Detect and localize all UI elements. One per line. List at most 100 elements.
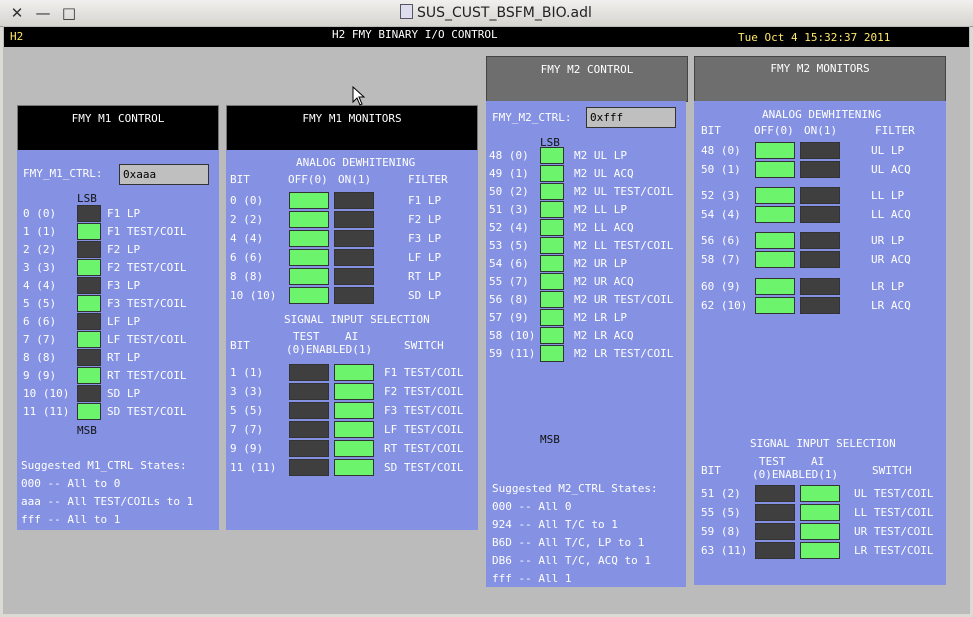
ai-header: AI — [345, 330, 359, 343]
m2-control-panel: FMY_M2_CTRL: LSB 48 (0)M2 UL LP49 (1)M2 … — [486, 101, 686, 587]
filter-header: FILTER — [875, 124, 915, 137]
dw-bit-label: 52 (3) — [701, 189, 741, 202]
dw-off-indicator — [755, 278, 795, 295]
ai-indicator — [334, 421, 374, 438]
bit-label: 59 (11) — [489, 347, 536, 360]
dw-bit-label: 56 (6) — [701, 234, 741, 247]
switch-label: SD TEST/COIL — [384, 461, 464, 474]
bit-indicator — [540, 291, 564, 308]
bit-indicator — [540, 237, 564, 254]
dw-on-indicator — [334, 287, 374, 304]
ai-indicator — [334, 459, 374, 476]
on-header: ON(1) — [338, 173, 372, 186]
test-indicator — [289, 402, 329, 419]
m2-monitors-header: FMY M2 MONITORS — [694, 56, 946, 102]
suggest-line: aaa -- All TEST/COILs to 1 — [21, 495, 194, 508]
sig-bit-header: BIT — [230, 339, 250, 352]
ai-indicator — [334, 440, 374, 457]
dw-off-indicator — [755, 142, 795, 159]
bit-indicator — [77, 403, 101, 420]
close-icon[interactable]: ✕ — [8, 4, 26, 22]
bit-indicator — [77, 331, 101, 348]
filter-header: FILTER — [408, 173, 448, 186]
bit-indicator — [77, 295, 101, 312]
minimize-icon[interactable]: — — [34, 4, 52, 22]
bit-name: M2 UL LP — [574, 149, 627, 162]
bit-indicator — [77, 277, 101, 294]
m2-msb-label: MSB — [540, 433, 560, 446]
test-header: TEST — [759, 455, 786, 468]
bit-label: 0 (0) — [23, 207, 57, 220]
dw-filter-label: UL LP — [871, 144, 905, 157]
bit-label: 11 (11) — [23, 405, 70, 418]
sig-bit-label: 7 (7) — [230, 423, 264, 436]
dw-bit-label: 58 (7) — [701, 253, 741, 266]
suggest-line: DB6 -- All T/C, ACQ to 1 — [492, 554, 651, 567]
sig-bit-label: 9 (9) — [230, 442, 264, 455]
bit-header: BIT — [230, 173, 250, 186]
dw-on-indicator — [800, 251, 840, 268]
bit-indicator — [540, 165, 564, 182]
sig-bit-label: 63 (11) — [701, 544, 748, 557]
bit-name: F2 LP — [107, 243, 141, 256]
m1-ctrl-label: FMY_M1_CTRL: — [23, 167, 103, 180]
dw-filter-label: LL LP — [871, 189, 905, 202]
bit-name: M2 LR TEST/COIL — [574, 347, 674, 360]
m2-suggest-title: Suggested M2_CTRL States: — [492, 482, 658, 495]
m1-msb-label: MSB — [77, 424, 97, 437]
dw-on-indicator — [334, 249, 374, 266]
dw-filter-label: LR LP — [871, 280, 905, 293]
m1-lsb-label: LSB — [77, 192, 97, 205]
dw-off-indicator — [289, 211, 329, 228]
switch-label: LR TEST/COIL — [854, 544, 934, 557]
sig-bit-label: 5 (5) — [230, 404, 264, 417]
bit-label: 5 (5) — [23, 297, 57, 310]
bit-label: 4 (4) — [23, 279, 57, 292]
sig-bit-label: 3 (3) — [230, 385, 264, 398]
bit-label: 51 (3) — [489, 203, 529, 216]
test-indicator — [755, 523, 795, 540]
bit-indicator — [77, 241, 101, 258]
ai-header: AI — [811, 455, 825, 468]
m2-monitors-panel: ANALOG DEWHITENING BIT OFF(0) ON(1) FILTER 48… — [694, 101, 946, 585]
m2-control-header: FMY M2 CONTROL — [486, 56, 688, 102]
switch-label: F1 TEST/COIL — [384, 366, 464, 379]
bit-name: M2 LL ACQ — [574, 221, 634, 234]
sig-bit-label: 1 (1) — [230, 366, 264, 379]
dw-filter-label: UL ACQ — [871, 163, 911, 176]
dw-bit-label: 60 (9) — [701, 280, 741, 293]
bit-name: F1 TEST/COIL — [107, 225, 187, 238]
dw-bit-label: 62 (10) — [701, 299, 748, 312]
m1-monitors-header: FMY M1 MONITORS — [226, 105, 478, 151]
ai-indicator — [334, 383, 374, 400]
m2-monitors-title: FMY M2 MONITORS — [770, 62, 870, 75]
switch-label: RT TEST/COIL — [384, 442, 464, 455]
bit-label: 57 (9) — [489, 311, 529, 324]
bit-label: 10 (10) — [23, 387, 70, 400]
bit-label: 1 (1) — [23, 225, 57, 238]
bit-name: SD LP — [107, 387, 141, 400]
m1-monitors-title: FMY M1 MONITORS — [302, 112, 402, 125]
signal-input-title: SIGNAL INPUT SELECTION — [750, 437, 896, 450]
enabled-header: (0)ENABLED(1) — [286, 343, 373, 356]
window-titlebar: ✕ — □ SUS_CUST_BSFM_BIO.adl — [0, 0, 973, 27]
test-indicator — [755, 485, 795, 502]
sig-bit-label: 51 (2) — [701, 487, 741, 500]
bit-name: M2 LR ACQ — [574, 329, 634, 342]
dw-on-indicator — [800, 206, 840, 223]
m2-ctrl-input[interactable] — [586, 107, 676, 128]
bit-indicator — [540, 327, 564, 344]
suggest-line: 924 -- All T/C to 1 — [492, 518, 618, 531]
dw-off-indicator — [289, 230, 329, 247]
bit-label: 53 (5) — [489, 239, 529, 252]
maximize-icon[interactable]: □ — [60, 4, 78, 22]
test-indicator — [755, 504, 795, 521]
mouse-pointer-icon — [352, 86, 366, 106]
m1-ctrl-input[interactable] — [119, 164, 209, 185]
dw-on-indicator — [800, 161, 840, 178]
bit-indicator — [540, 147, 564, 164]
bit-label: 49 (1) — [489, 167, 529, 180]
m2-ctrl-label: FMY_M2_CTRL: — [492, 111, 572, 124]
bit-indicator — [77, 385, 101, 402]
dw-filter-label: UR ACQ — [871, 253, 911, 266]
